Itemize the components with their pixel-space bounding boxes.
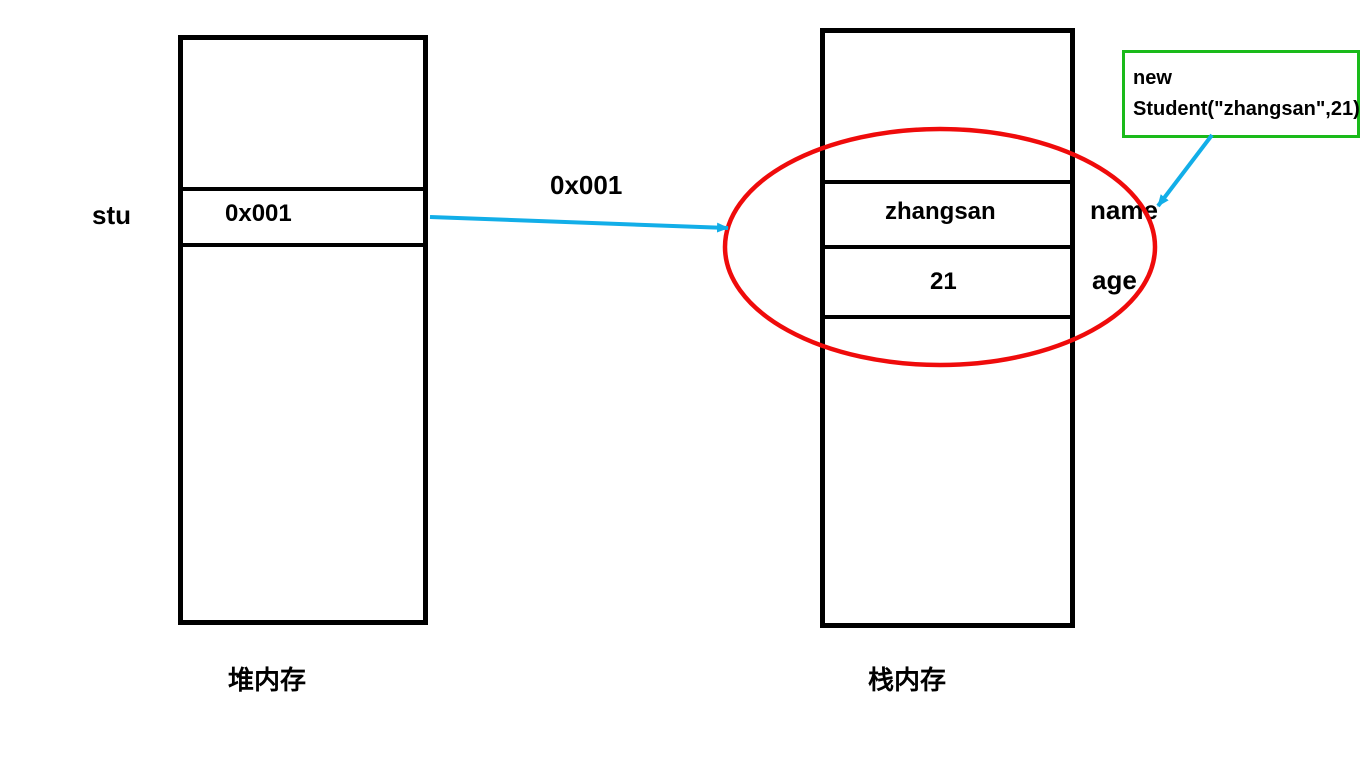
- right-caption: 栈内存: [868, 660, 946, 697]
- right-row1-value: zhangsan: [885, 198, 996, 226]
- diagram-stage: stu 0x001 堆内存 zhangsan name 21 age 栈内存 0…: [0, 0, 1366, 758]
- arrow-label: 0x001: [550, 170, 622, 201]
- left-cell-value: 0x001: [225, 200, 292, 228]
- code-box: new Student("zhangsan",21): [1122, 50, 1360, 138]
- pointer-arrow: [430, 217, 728, 228]
- code-arrow: [1158, 135, 1212, 206]
- code-line-1: new: [1133, 63, 1349, 94]
- right-row1-top: [825, 180, 1070, 184]
- right-row2-bottom: [825, 315, 1070, 319]
- right-row2-value: 21: [930, 268, 957, 296]
- left-cell-top-line: [183, 187, 423, 191]
- left-var-name: stu: [92, 200, 131, 231]
- left-memory-box: [178, 35, 428, 625]
- right-row1-label: name: [1090, 195, 1158, 226]
- left-cell-bottom-line: [183, 243, 423, 247]
- left-caption: 堆内存: [228, 660, 306, 697]
- code-line-2: Student("zhangsan",21): [1133, 94, 1349, 125]
- right-memory-box: [820, 28, 1075, 628]
- right-row-mid: [825, 245, 1070, 249]
- right-row2-label: age: [1092, 265, 1137, 296]
